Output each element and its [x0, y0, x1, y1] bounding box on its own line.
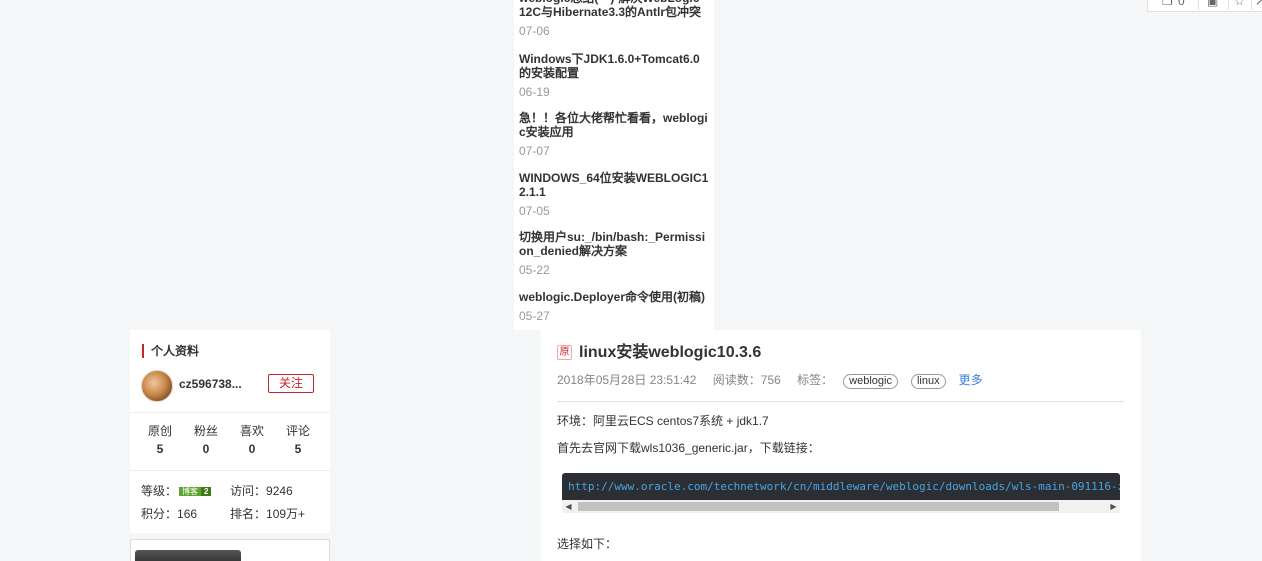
- stat-comments[interactable]: 评论 5: [275, 424, 321, 456]
- scroll-left-icon[interactable]: ◀: [562, 500, 575, 513]
- related-item[interactable]: WINDOWS_64位安装WEBLOGIC12.1.1 07-05: [519, 171, 709, 218]
- stat-value: 0: [202, 442, 210, 456]
- follow-button[interactable]: 关注: [268, 374, 314, 393]
- laptop-thumbnail: [135, 550, 241, 561]
- visits-label: 访问：: [230, 484, 267, 498]
- avatar[interactable]: [141, 370, 173, 402]
- article: 原 linux安装weblogic10.3.6 2018年05月28日 23:5…: [541, 330, 1141, 561]
- tag-weblogic[interactable]: weblogic: [843, 374, 898, 389]
- rank-value: 109万+: [266, 507, 306, 521]
- level-badge-number: 2: [201, 487, 212, 497]
- related-item-title[interactable]: WINDOWS_64位安装WEBLOGIC12.1.1: [519, 171, 709, 199]
- tags-label: 标签：: [797, 373, 834, 387]
- stat-label: 喜欢: [239, 424, 264, 438]
- related-item-title[interactable]: weblogic.Deployer命令使用(初稿): [519, 290, 709, 304]
- comment-icon[interactable]: ▣: [1207, 0, 1218, 8]
- related-item[interactable]: Windows下JDK1.6.0+Tomcat6.0的安装配置 06-19: [519, 52, 709, 99]
- related-item-title[interactable]: 切换用户su:_/bin/bash:_Permission_denied解决方案: [519, 230, 709, 258]
- level-badge[interactable]: 博客 2: [179, 486, 212, 497]
- ad-card[interactable]: [130, 539, 330, 561]
- scroll-right-icon[interactable]: ▶: [1107, 500, 1120, 513]
- download-paragraph: 首先去官网下载wls1036_generic.jar，下载链接：: [557, 441, 820, 455]
- more-tags-link[interactable]: 更多: [959, 373, 983, 387]
- username[interactable]: cz596738...: [179, 377, 242, 391]
- rank-row: 排名：109万+: [230, 507, 305, 521]
- related-item-date: 05-27: [519, 309, 550, 323]
- stat-value: 5: [294, 442, 302, 456]
- share-icon[interactable]: ↗: [1255, 0, 1262, 8]
- stat-value: 5: [156, 442, 164, 456]
- toolbar-divider: [1198, 0, 1199, 10]
- copy-count: 0: [1178, 0, 1185, 8]
- related-item-date: 06-19: [519, 85, 550, 99]
- divider: [130, 412, 330, 413]
- stat-original[interactable]: 原创 5: [137, 424, 183, 456]
- choose-paragraph: 选择如下：: [557, 537, 618, 551]
- scrollbar-thumb[interactable]: [578, 502, 1059, 511]
- related-item-title[interactable]: weblogic总结(一)-解决WebLogic 12C与Hibernate3.…: [519, 0, 709, 19]
- level-row: 等级： 博客 2: [141, 484, 212, 498]
- rank-label: 排名：: [230, 507, 267, 521]
- related-item-date: 05-22: [519, 263, 550, 277]
- related-articles-panel: weblogic总结(一)-解决WebLogic 12C与Hibernate3.…: [514, 0, 714, 330]
- related-item[interactable]: 急！！各位大佬帮忙看看，weblogic安装应用 07-07: [519, 111, 709, 158]
- article-meta: 2018年05月28日 23:51:42 阅读数：756 标签： weblogic…: [557, 373, 996, 389]
- related-item-date: 07-07: [519, 144, 550, 158]
- points-label: 积分：: [141, 507, 178, 521]
- related-item[interactable]: weblogic.Deployer命令使用(初稿) 05-27: [519, 290, 709, 323]
- publish-time: 2018年05月28日 23:51:42: [557, 373, 697, 387]
- code-link[interactable]: http://www.oracle.com/technetwork/cn/mid…: [568, 480, 1120, 493]
- points-value: 166: [177, 507, 198, 521]
- stat-label: 原创: [147, 424, 172, 438]
- visits-row: 访问：9246: [230, 484, 293, 498]
- original-badge: 原: [557, 345, 572, 360]
- divider: [130, 470, 330, 471]
- divider: [557, 401, 1124, 402]
- env-paragraph: 环境：阿里云ECS centos7系统 + jdk1.7: [557, 414, 769, 428]
- stat-label: 粉丝: [193, 424, 218, 438]
- toolbar-divider: [1251, 0, 1252, 10]
- profile-stats: 原创 5 粉丝 0 喜欢 0 评论 5: [130, 424, 330, 456]
- related-item[interactable]: 切换用户su:_/bin/bash:_Permission_denied解决方案…: [519, 230, 709, 277]
- stat-fans[interactable]: 粉丝 0: [183, 424, 229, 456]
- read-count: 阅读数：756: [712, 373, 781, 387]
- related-item[interactable]: weblogic总结(一)-解决WebLogic 12C与Hibernate3.…: [519, 0, 709, 38]
- level-badge-text: 博客: [179, 487, 202, 497]
- points-row: 积分：166: [141, 507, 197, 521]
- stat-likes[interactable]: 喜欢 0: [229, 424, 275, 456]
- tag-linux[interactable]: linux: [910, 374, 946, 389]
- related-item-title[interactable]: 急！！各位大佬帮忙看看，weblogic安装应用: [519, 111, 709, 139]
- related-item-date: 07-05: [519, 204, 550, 218]
- copy-icon[interactable]: ❐: [1162, 0, 1173, 8]
- related-item-title[interactable]: Windows下JDK1.6.0+Tomcat6.0的安装配置: [519, 52, 709, 80]
- profile-card: 个人资料 cz596738... 关注 原创 5 粉丝 0 喜欢 0 评论 5 …: [130, 330, 330, 533]
- star-icon[interactable]: ☆: [1234, 0, 1245, 8]
- toolbar-divider: [1228, 0, 1229, 10]
- profile-heading: 个人资料: [142, 344, 199, 358]
- article-title: linux安装weblogic10.3.6: [579, 344, 762, 361]
- stat-value: 0: [248, 442, 256, 456]
- stat-label: 评论: [285, 424, 310, 438]
- article-toolbar: ❐ 0 ▣ ☆ ↗: [1147, 0, 1262, 12]
- level-label: 等级：: [141, 484, 178, 498]
- visits-value: 9246: [266, 484, 293, 498]
- related-item-date: 07-06: [519, 24, 550, 38]
- code-horizontal-scrollbar[interactable]: ◀ ▶: [562, 500, 1120, 513]
